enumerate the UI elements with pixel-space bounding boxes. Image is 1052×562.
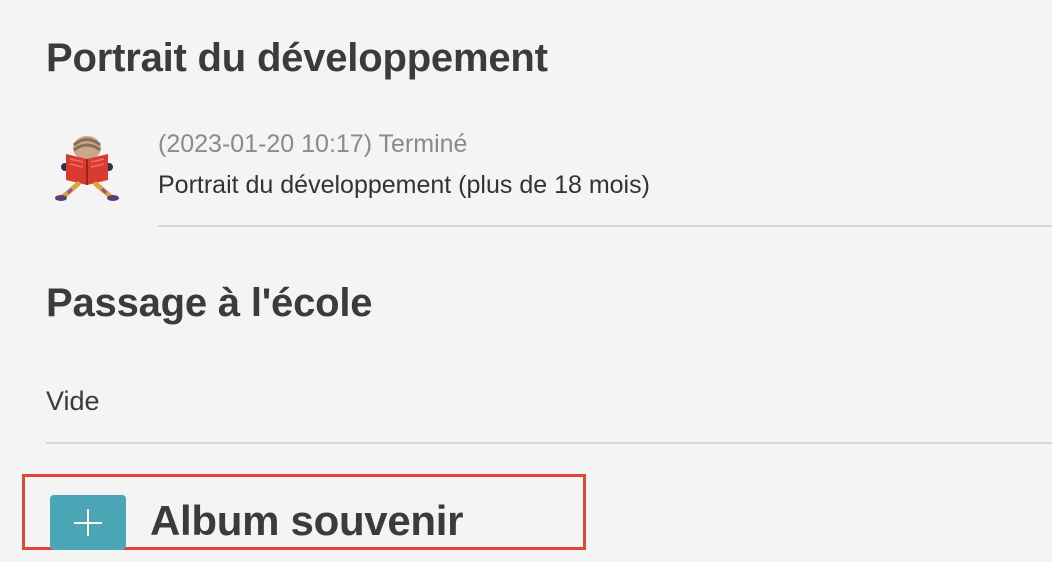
- section-title-school: Passage à l'école: [46, 281, 373, 325]
- empty-state-text: Vide: [46, 386, 100, 416]
- divider: [46, 442, 1052, 444]
- entry-description: Portrait du développement (plus de 18 mo…: [158, 171, 650, 199]
- album-souvenir-button[interactable]: Album souvenir: [22, 474, 586, 550]
- section-title-development: Portrait du développement: [46, 36, 548, 80]
- album-souvenir-label: Album souvenir: [150, 497, 464, 544]
- reading-child-icon: [55, 136, 119, 201]
- plus-icon: [50, 495, 126, 550]
- entry-status-timestamp: (2023-01-20 10:17) Terminé: [158, 130, 468, 158]
- divider: [158, 225, 1052, 227]
- page: Portrait du développement (2023-01-20 10…: [0, 0, 1052, 562]
- development-entry[interactable]: (2023-01-20 10:17) Terminé Portrait du d…: [46, 124, 1052, 226]
